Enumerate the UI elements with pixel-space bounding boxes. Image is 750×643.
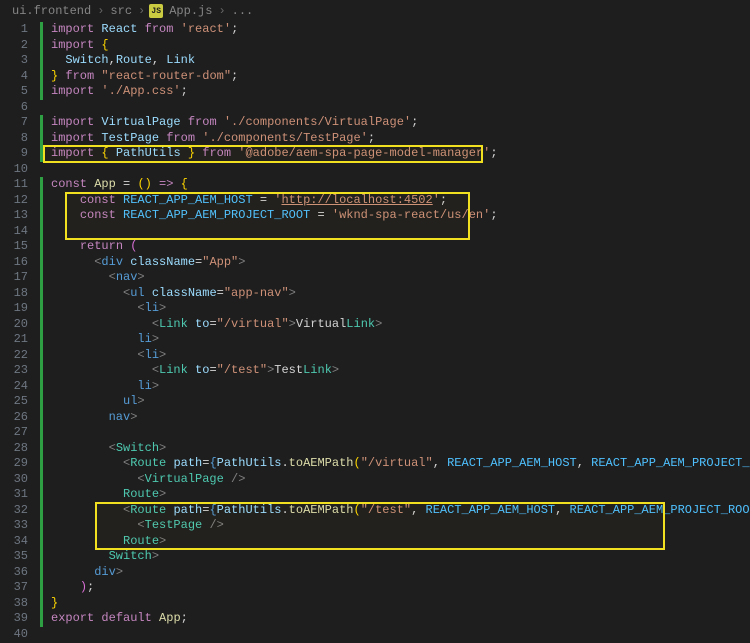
code-line[interactable]: import {	[51, 38, 750, 54]
code-line[interactable]: <ul className="app-nav">	[51, 286, 750, 302]
code-line[interactable]: <VirtualPage />	[51, 472, 750, 488]
code-line[interactable]: ul>	[51, 394, 750, 410]
code-line[interactable]: <li>	[51, 348, 750, 364]
breadcrumb-folder[interactable]: src	[110, 4, 132, 18]
code-line[interactable]: }	[51, 596, 750, 612]
code-line[interactable]: Route>	[51, 534, 750, 550]
chevron-right-icon: ›	[138, 4, 145, 18]
code-line[interactable]: Route>	[51, 487, 750, 503]
js-file-icon: JS	[149, 4, 163, 18]
code-line[interactable]: nav>	[51, 410, 750, 426]
code-line[interactable]: <nav>	[51, 270, 750, 286]
code-line[interactable]: const REACT_APP_AEM_HOST = 'http://local…	[51, 193, 750, 209]
code-line[interactable]: li>	[51, 332, 750, 348]
code-line[interactable]: );	[51, 580, 750, 596]
breadcrumb-file[interactable]: App.js	[169, 4, 212, 18]
code-line[interactable]	[51, 425, 750, 441]
code-line[interactable]: import { PathUtils } from '@adobe/aem-sp…	[51, 146, 750, 162]
code-line[interactable]: <Route path={PathUtils.toAEMPath("/test"…	[51, 503, 750, 519]
code-line[interactable]: import TestPage from './components/TestP…	[51, 131, 750, 147]
code-line[interactable]: import VirtualPage from './components/Vi…	[51, 115, 750, 131]
code-line[interactable]: import './App.css';	[51, 84, 750, 100]
breadcrumb-folder[interactable]: ui.frontend	[12, 4, 91, 18]
code-editor[interactable]: 1234567891011121314151617181920212223242…	[0, 22, 750, 643]
code-line[interactable]: const REACT_APP_AEM_PROJECT_ROOT = 'wknd…	[51, 208, 750, 224]
code-line[interactable]: import React from 'react';	[51, 22, 750, 38]
code-area[interactable]: import React from 'react';import { Switc…	[43, 22, 750, 643]
chevron-right-icon: ›	[218, 4, 225, 18]
code-line[interactable]: <Route path={PathUtils.toAEMPath("/virtu…	[51, 456, 750, 472]
code-line[interactable]	[51, 162, 750, 178]
code-line[interactable]	[51, 224, 750, 240]
chevron-right-icon: ›	[97, 4, 104, 18]
code-line[interactable]: const App = () => {	[51, 177, 750, 193]
code-line[interactable]	[51, 100, 750, 116]
code-line[interactable]: export default App;	[51, 611, 750, 627]
code-line[interactable]: <Link to="/test">TestLink>	[51, 363, 750, 379]
code-line[interactable]: <li>	[51, 301, 750, 317]
code-line[interactable]	[51, 627, 750, 643]
code-line[interactable]: return (	[51, 239, 750, 255]
code-line[interactable]: div>	[51, 565, 750, 581]
code-line[interactable]: <Link to="/virtual">VirtualLink>	[51, 317, 750, 333]
breadcrumb-symbol[interactable]: ...	[232, 4, 254, 18]
code-line[interactable]: <div className="App">	[51, 255, 750, 271]
code-line[interactable]: Switch>	[51, 549, 750, 565]
code-line[interactable]: li>	[51, 379, 750, 395]
line-number-gutter: 1234567891011121314151617181920212223242…	[0, 22, 40, 643]
code-line[interactable]: <Switch>	[51, 441, 750, 457]
code-line[interactable]: Switch,Route, Link	[51, 53, 750, 69]
code-line[interactable]: <TestPage />	[51, 518, 750, 534]
code-line[interactable]: } from "react-router-dom";	[51, 69, 750, 85]
breadcrumbs[interactable]: ui.frontend › src › JS App.js › ...	[0, 0, 750, 22]
